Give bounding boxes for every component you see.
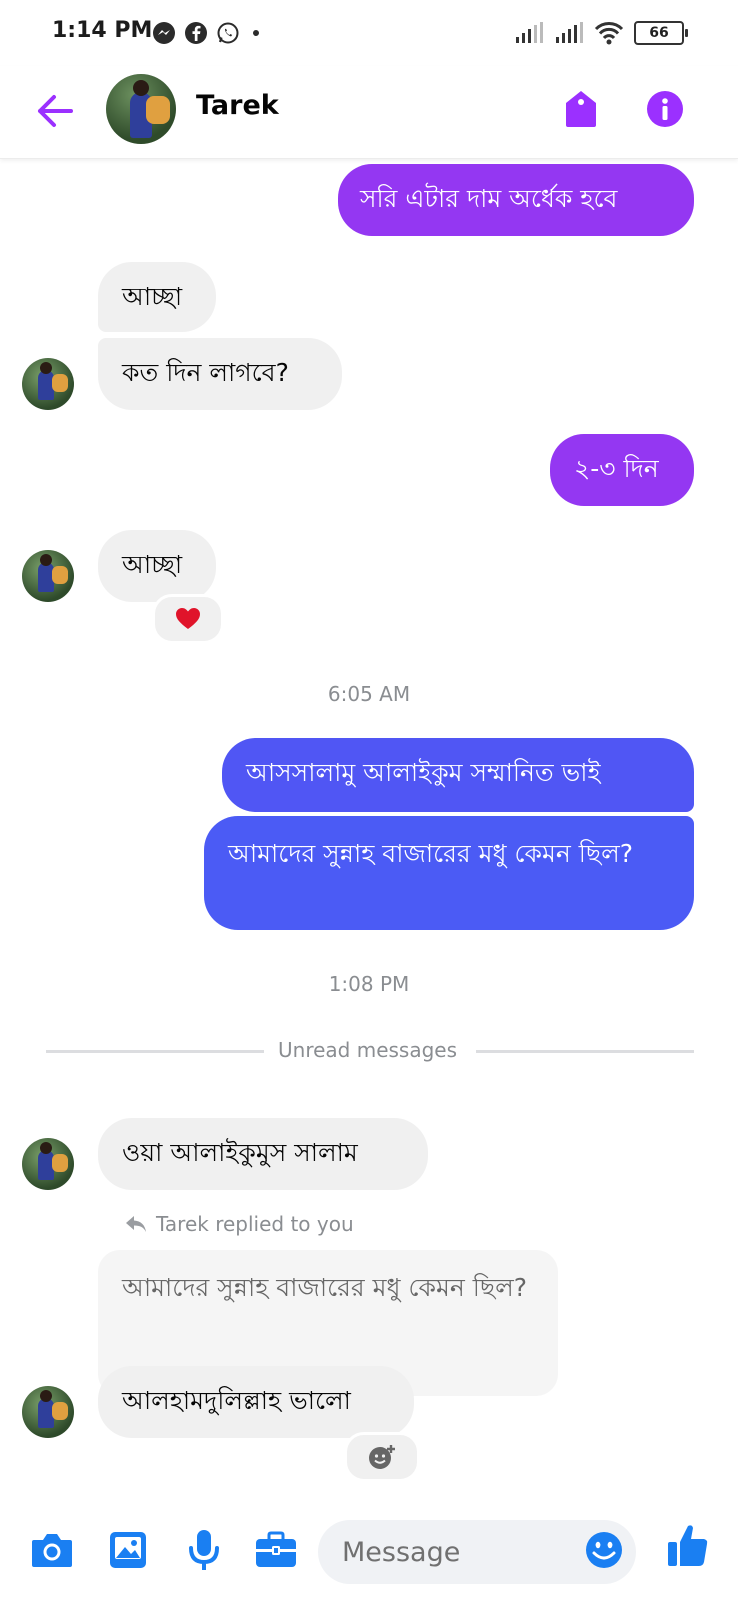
timestamp-divider: 6:05 AM (327, 682, 411, 706)
add-reaction-button[interactable] (344, 1432, 420, 1482)
contact-name[interactable]: Tarek (196, 90, 279, 121)
image-icon (110, 1532, 146, 1568)
messenger-icon (153, 22, 175, 44)
conversation-header: Tarek (0, 66, 738, 159)
message-text: আচ্ছা (122, 550, 183, 579)
message-bubble-outgoing[interactable]: আমাদের সুন্নাহ বাজারের মধু কেমন ছিল? (204, 816, 694, 930)
microphone-icon (189, 1530, 219, 1570)
contact-avatar[interactable] (106, 74, 176, 144)
message-text: ২-৩ দিন (574, 454, 659, 483)
back-button[interactable] (30, 86, 80, 136)
dot-icon (253, 30, 259, 36)
message-text: আচ্ছা (122, 282, 183, 311)
message-text: আসসালামু আলাইকুম সম্মানিত ভাই (246, 758, 601, 787)
gallery-button[interactable] (104, 1526, 152, 1574)
reply-indicator-text: Tarek replied to you (156, 1212, 354, 1236)
unread-divider-line (46, 1050, 264, 1053)
facebook-icon (185, 22, 207, 44)
sender-avatar[interactable] (22, 358, 74, 410)
camera-icon (32, 1534, 72, 1567)
message-bubble-outgoing[interactable]: ২-৩ দিন (550, 434, 694, 506)
voice-button[interactable] (180, 1526, 228, 1574)
unread-divider-line (476, 1050, 694, 1053)
message-bubble-outgoing[interactable]: আসসালামু আলাইকুম সম্মানিত ভাই (222, 738, 694, 812)
briefcase-icon (256, 1531, 296, 1567)
message-text: আলহামদুলিল্লাহ ভালো (122, 1386, 351, 1415)
quoted-text: আমাদের সুন্নাহ বাজারের মধু কেমন ছিল? (122, 1273, 527, 1302)
sender-avatar[interactable] (22, 1138, 74, 1190)
wifi-icon (594, 22, 624, 45)
message-composer (0, 1500, 738, 1600)
message-bubble-incoming[interactable]: আচ্ছা (98, 262, 216, 332)
message-bubble-incoming[interactable]: ওয়া আলাইকুমুস সালাম (98, 1118, 428, 1190)
battery-indicator: 66 (634, 21, 688, 45)
camera-button[interactable] (28, 1526, 76, 1574)
message-text: আমাদের সুন্নাহ বাজারের মধু কেমন ছিল? (228, 839, 633, 868)
timestamp-divider: 1:08 PM (328, 972, 410, 996)
thumbs-up-icon (668, 1525, 708, 1566)
reply-indicator: Tarek replied to you (124, 1212, 354, 1236)
system-icons: 66 (514, 18, 688, 48)
briefcase-button[interactable] (252, 1526, 300, 1574)
message-bubble-incoming[interactable]: আলহামদুলিল্লাহ ভালো (98, 1366, 414, 1438)
message-bubble-incoming[interactable]: কত দিন লাগবে? (98, 338, 342, 410)
message-bubble-incoming[interactable]: আচ্ছা (98, 530, 216, 602)
sender-avatar[interactable] (22, 550, 74, 602)
message-text: কত দিন লাগবে? (122, 358, 289, 387)
info-button[interactable] (640, 84, 690, 134)
status-bar: 1:14 PM 66 (0, 0, 738, 66)
message-text: সরি এটার দাম অর্ধেক হবে (360, 184, 618, 213)
notification-icons (152, 20, 264, 46)
arrow-left-icon (38, 95, 73, 127)
message-text: ওয়া আলাইকুমুস সালাম (122, 1138, 358, 1167)
signal-icon (516, 22, 543, 43)
whatsapp-icon (217, 22, 239, 44)
tag-button[interactable] (556, 84, 606, 134)
status-time: 1:14 PM (52, 18, 153, 43)
unread-divider-label: Unread messages (278, 1038, 458, 1062)
sender-avatar[interactable] (22, 1386, 74, 1438)
heart-icon (176, 608, 200, 629)
add-reaction-icon (369, 1445, 395, 1469)
like-button[interactable] (664, 1522, 712, 1570)
emoji-button[interactable] (584, 1530, 626, 1572)
message-reaction[interactable] (152, 594, 224, 644)
reply-icon (126, 1216, 146, 1232)
tag-icon (566, 91, 596, 127)
emoji-icon (586, 1532, 622, 1568)
info-icon (647, 91, 683, 127)
signal-icon (556, 22, 583, 43)
message-bubble-outgoing[interactable]: সরি এটার দাম অর্ধেক হবে (338, 164, 694, 236)
